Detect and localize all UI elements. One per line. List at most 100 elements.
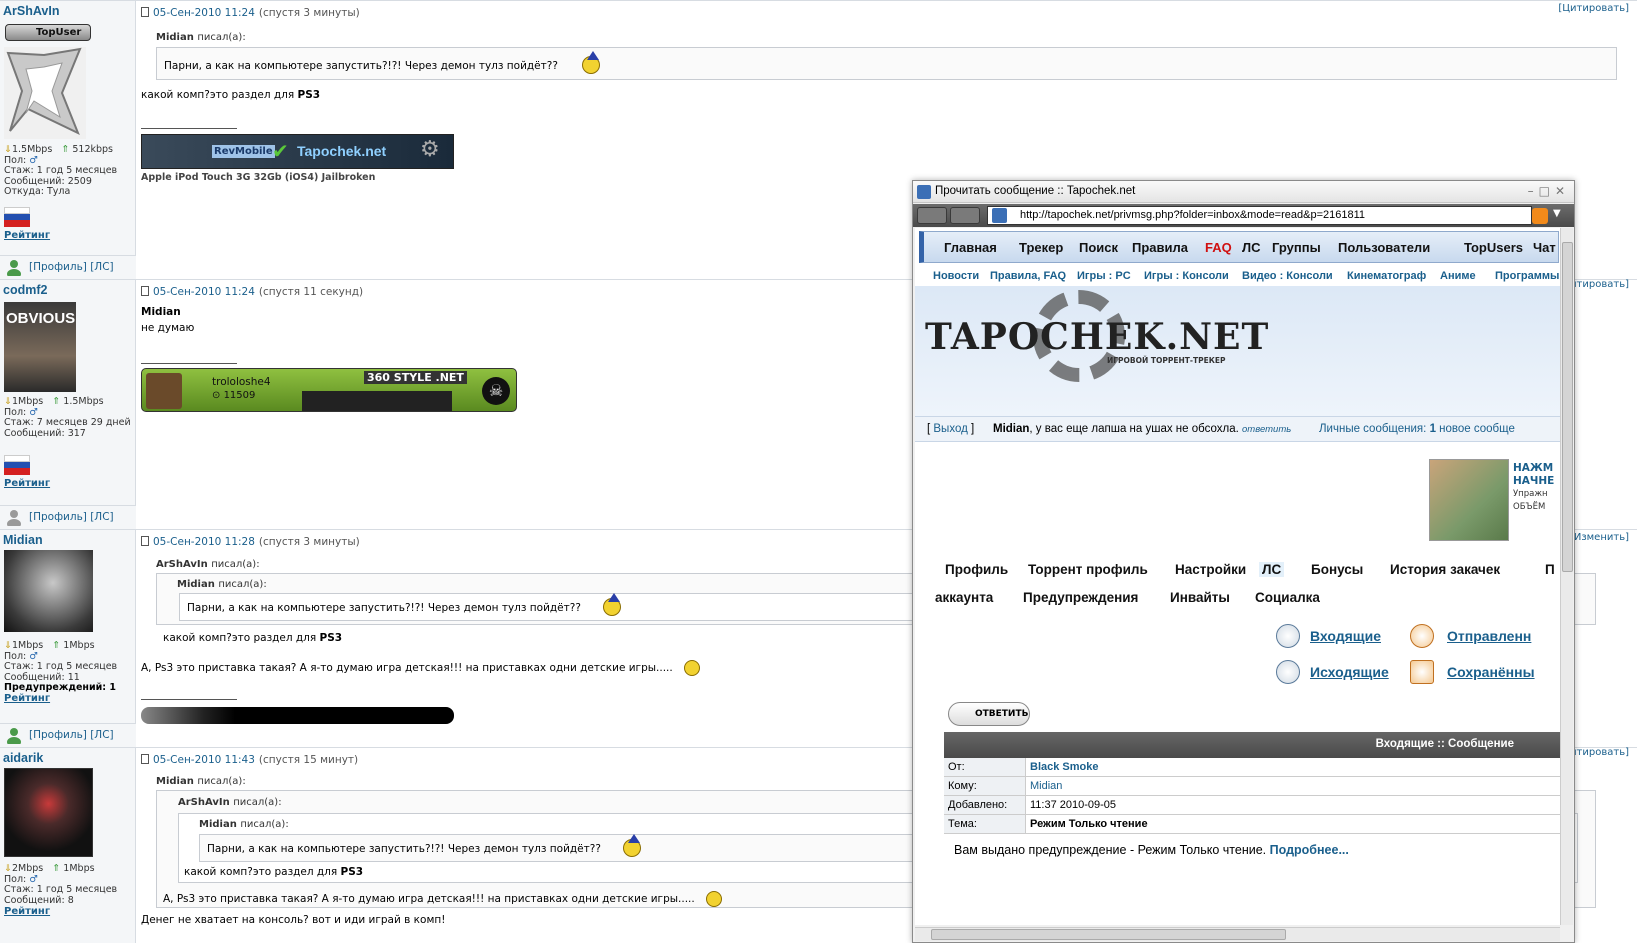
chevron-down-icon[interactable]: ▼ <box>1553 208 1561 219</box>
menu-social[interactable]: Социалка <box>1255 590 1320 605</box>
ad-text[interactable]: НАЖМ НАЧНЕ Упражн ОБЪЁМ <box>1513 462 1554 514</box>
post-date[interactable]: 05-Сен-2010 11:24 <box>153 286 255 298</box>
nav-users[interactable]: Пользователи <box>1338 240 1430 255</box>
ad-image[interactable] <box>1429 459 1509 541</box>
profile-links-bar: [Профиль] [ЛС] <box>0 723 136 747</box>
rating-link[interactable]: Рейтинг <box>4 693 50 704</box>
post-interval: (спустя 15 минут) <box>258 754 359 766</box>
scrollbar-thumb[interactable] <box>931 929 1286 940</box>
subnav-games-pc[interactable]: Игры : PC <box>1077 270 1131 282</box>
vertical-scrollbar[interactable] <box>1560 228 1573 925</box>
profile-pm-links[interactable]: [Профиль] [ЛС] <box>29 511 114 523</box>
avatar <box>4 47 86 139</box>
post-date[interactable]: 05-Сен-2010 11:43 <box>153 754 255 766</box>
horizontal-scrollbar[interactable] <box>915 927 1560 941</box>
folder-inbox[interactable]: Входящие <box>1310 628 1381 644</box>
reload-button[interactable] <box>917 207 947 224</box>
profile-pm-links[interactable]: [Профиль] [ЛС] <box>29 729 114 741</box>
url-field[interactable]: http://tapochek.net/privmsg.php?folder=i… <box>987 206 1532 225</box>
post-date[interactable]: 05-Сен-2010 11:24 <box>153 7 255 19</box>
menu-more[interactable]: П <box>1545 562 1555 577</box>
nav-chat[interactable]: Чат <box>1533 240 1556 255</box>
author-nickname[interactable]: aidarik <box>3 751 43 765</box>
male-icon: ♂ <box>29 650 38 662</box>
subnav-rules-faq[interactable]: Правила, FAQ <box>990 270 1066 282</box>
menu-torrent-profile[interactable]: Торрент профиль <box>1028 562 1148 577</box>
post-date[interactable]: 05-Сен-2010 11:28 <box>153 536 255 548</box>
pm-status[interactable]: Личные сообщения: 1 новое сообще <box>1319 423 1515 435</box>
menu-invites[interactable]: Инвайты <box>1170 590 1230 605</box>
author-stats: ⇓2Mbps ⇑ 1Mbps Пол: ♂ Стаж: 1 год 5 меся… <box>4 863 132 906</box>
russia-flag-icon <box>4 455 30 475</box>
nav-groups[interactable]: Группы <box>1272 240 1321 255</box>
folder-saved[interactable]: Сохранённы <box>1447 664 1535 680</box>
message-body: Вам выдано предупреждение - Режим Только… <box>954 843 1349 857</box>
folder-outbox[interactable]: Исходящие <box>1310 664 1389 680</box>
author-nickname[interactable]: ArShAvIn <box>3 4 60 18</box>
site-info-icon[interactable] <box>992 208 1007 223</box>
subnav-news[interactable]: Новости <box>933 270 979 282</box>
quote-header: Midian писал(а): <box>156 776 246 787</box>
profile-pm-links[interactable]: [Профиль] [ЛС] <box>29 261 114 273</box>
window-titlebar[interactable]: Прочитать сообщение :: Tapochek.net –□✕ <box>913 181 1574 203</box>
recipient-link[interactable]: Midian <box>1030 780 1062 792</box>
nav-main[interactable]: Главная <box>944 240 997 255</box>
nav-tracker[interactable]: Трекер <box>1019 240 1063 255</box>
saved-check-icon[interactable] <box>1410 660 1434 684</box>
close-icon[interactable]: ✕ <box>1555 184 1570 198</box>
scrollbar-thumb[interactable] <box>1562 242 1573 572</box>
nav-search[interactable]: Поиск <box>1079 240 1118 255</box>
sent-arrow-icon[interactable] <box>1410 624 1434 648</box>
minimize-icon[interactable]: – <box>1528 184 1539 198</box>
popup-window: Прочитать сообщение :: Tapochek.net –□✕ … <box>912 180 1575 943</box>
reply-button[interactable]: ОТВЕТИТЬ <box>948 702 1030 726</box>
signature-banner[interactable]: RevMobile ✔ Tapochek.net ⚙ <box>141 134 454 169</box>
maximize-icon[interactable]: □ <box>1539 184 1555 198</box>
menu-pm[interactable]: ЛС <box>1259 562 1285 577</box>
message-table: Входящие :: Сообщение От: Black Smoke Ком… <box>944 732 1560 857</box>
subnav-software[interactable]: Программы <box>1495 270 1559 282</box>
menu-warnings[interactable]: Предупреждения <box>1023 590 1138 605</box>
subnav-cinema[interactable]: Кинематограф <box>1347 270 1426 282</box>
gamercard-banner[interactable]: trololoshe4 ⊙ 11509 360 STYLE .NET ☠ <box>141 368 517 412</box>
quote-button[interactable]: итировать] <box>1570 279 1629 290</box>
key-button[interactable] <box>950 207 980 224</box>
subnav-anime[interactable]: Аниме <box>1440 270 1476 282</box>
more-link[interactable]: Подробнее... <box>1270 843 1349 857</box>
logout-link[interactable]: Выход <box>933 423 967 435</box>
edit-button[interactable]: Изменить] <box>1574 532 1629 543</box>
outbox-folder-icon[interactable] <box>1276 660 1300 684</box>
quote-button[interactable]: [Цитировать] <box>1558 3 1629 14</box>
nav-pm[interactable]: ЛС <box>1242 240 1261 255</box>
author-nickname[interactable]: codmf2 <box>3 283 47 297</box>
subnav-games-consoles[interactable]: Игры : Консоли <box>1144 270 1229 282</box>
sender-link[interactable]: Black Smoke <box>1030 761 1098 773</box>
rating-link[interactable]: Рейтинг <box>4 230 50 241</box>
post-header: 05-Сен-2010 11:24 (спустя 3 минуты) <box>141 7 360 19</box>
rating-link[interactable]: Рейтинг <box>4 906 50 917</box>
author-stats: ⇓1Mbps ⇑ 1Mbps Пол: ♂ Стаж: 1 год 5 меся… <box>4 640 132 694</box>
russia-flag-icon <box>4 207 30 227</box>
rating-link[interactable]: Рейтинг <box>4 478 50 489</box>
menu-profile[interactable]: Профиль <box>945 562 1008 577</box>
author-nickname[interactable]: Midian <box>3 533 43 547</box>
menu-account[interactable]: аккаунта <box>935 590 993 605</box>
gamercard-strip <box>302 391 452 411</box>
sub-navigation: Новости Правила, FAQ Игры : PC Игры : Ко… <box>915 266 1560 286</box>
nested-quote-header: Midian писал(а): <box>177 579 267 590</box>
quote-button[interactable]: итировать] <box>1570 747 1629 758</box>
nav-topusers[interactable]: TopUsers <box>1464 240 1523 255</box>
nav-faq[interactable]: FAQ <box>1205 240 1232 255</box>
menu-settings[interactable]: Настройки <box>1175 562 1246 577</box>
menu-bonuses[interactable]: Бонусы <box>1311 562 1363 577</box>
nav-rules[interactable]: Правила <box>1132 240 1188 255</box>
subnav-video-consoles[interactable]: Видео : Консоли <box>1242 270 1333 282</box>
inbox-folder-icon[interactable] <box>1276 624 1300 648</box>
site-logo[interactable]: TAPOCHEK.NET <box>925 316 1269 358</box>
menu-download-history[interactable]: История закачек <box>1390 562 1500 577</box>
rss-icon[interactable] <box>1532 208 1548 224</box>
reply-link[interactable]: ответить <box>1242 424 1291 435</box>
address-bar: http://tapochek.net/privmsg.php?folder=i… <box>913 204 1574 227</box>
folder-sent[interactable]: Отправленн <box>1447 628 1531 644</box>
site-tagline: ИГРОВОЙ ТОРРЕНТ-ТРЕКЕР <box>1107 356 1226 365</box>
